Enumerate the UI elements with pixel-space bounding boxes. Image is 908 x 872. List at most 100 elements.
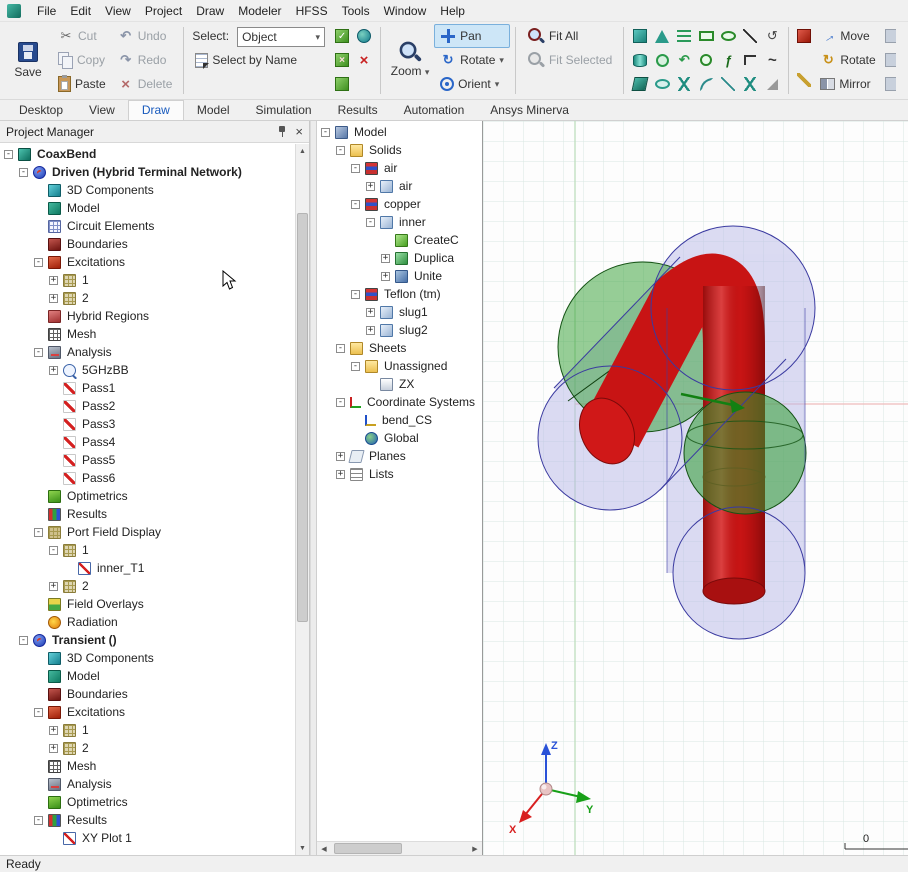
paste-button[interactable]: Paste [52,72,112,96]
draw-arcline-button[interactable] [762,26,782,46]
tree-item-excitations[interactable]: -Excitations [0,253,295,271]
tree-item-results[interactable]: Results [0,505,295,523]
tree-item-2[interactable]: +2 [0,289,295,307]
tab-view[interactable]: View [76,101,128,120]
menu-draw[interactable]: Draw [189,1,231,21]
tree-item-boundaries[interactable]: Boundaries [0,235,295,253]
tree-item-inner-t1[interactable]: inner_T1 [0,559,295,577]
fit-selected-button[interactable]: Fit Selected [521,48,618,72]
draw-prism-button[interactable] [630,74,650,94]
tree-item-inner[interactable]: -inner [317,213,482,231]
tree-item-slug1[interactable]: +slug1 [317,303,482,321]
collapse-toggle[interactable]: - [19,636,28,645]
tree-item-model[interactable]: -Model [317,123,482,141]
orient-button[interactable]: Orient▾ [434,72,510,96]
expand-toggle[interactable]: + [336,470,345,479]
draw-sphere-button[interactable] [652,50,672,70]
tree-item-pass3[interactable]: Pass3 [0,415,295,433]
tree-item-pass4[interactable]: Pass4 [0,433,295,451]
zoom-button[interactable]: Zoom ▾ [386,24,434,96]
undo-button[interactable]: Undo [112,24,179,48]
cut-button[interactable]: Cut [52,24,112,48]
collapse-toggle[interactable]: - [34,708,43,717]
clipped-icon-button[interactable] [882,26,896,46]
green-sheet-button[interactable] [332,74,352,94]
expand-toggle[interactable]: + [49,366,58,375]
menu-tools[interactable]: Tools [335,1,377,21]
mirror-button[interactable]: Mirror [814,72,881,96]
pin-icon[interactable] [277,126,287,138]
tree-item-bend-cs[interactable]: bend_CS [317,411,482,429]
menu-project[interactable]: Project [138,1,189,21]
tree-item-radiation[interactable]: Radiation [0,613,295,631]
collapse-toggle[interactable]: - [4,150,13,159]
draw-wedge-button[interactable] [762,74,782,94]
expand-toggle[interactable]: + [381,254,390,263]
collapse-toggle[interactable]: - [351,164,360,173]
tree-item-2[interactable]: +2 [0,577,295,595]
expand-toggle[interactable]: + [49,294,58,303]
tree-item-port-field-display[interactable]: -Port Field Display [0,523,295,541]
collapse-toggle[interactable]: - [34,348,43,357]
collapse-toggle[interactable]: - [34,258,43,267]
project-scrollbar[interactable]: ▲ ▼ [295,144,309,855]
tree-item-createc[interactable]: CreateC [317,231,482,249]
rotate-object-button[interactable]: Rotate [814,48,881,72]
move-button[interactable]: Move [814,24,881,48]
collapse-toggle[interactable]: - [336,146,345,155]
tree-item-slug2[interactable]: +slug2 [317,321,482,339]
expand-toggle[interactable]: + [336,452,345,461]
scroll-thumb[interactable] [297,213,308,623]
modeler-viewport[interactable]: Z Y X 0 [482,121,908,855]
teflon-slug2[interactable] [684,392,806,514]
menu-help[interactable]: Help [433,1,472,21]
draw-cone-button[interactable] [652,26,672,46]
red-cross-button[interactable] [354,50,374,70]
tab-ansys-minerva[interactable]: Ansys Minerva [477,101,582,120]
tree-item-model[interactable]: Model [0,667,295,685]
tree-item-boundaries[interactable]: Boundaries [0,685,295,703]
draw-cylinder-button[interactable] [630,50,650,70]
panel-splitter[interactable] [310,121,317,855]
tree-item-global[interactable]: Global [317,429,482,447]
menu-file[interactable]: File [30,1,63,21]
tree-item-results[interactable]: -Results [0,811,295,829]
draw-box-button[interactable] [630,26,650,46]
tree-item-zx[interactable]: ZX [317,375,482,393]
globe-button[interactable] [354,26,374,46]
close-icon[interactable]: × [295,125,303,138]
tree-item-hybrid-regions[interactable]: Hybrid Regions [0,307,295,325]
tree-item-pass6[interactable]: Pass6 [0,469,295,487]
tree-item-pass2[interactable]: Pass2 [0,397,295,415]
tree-item-driven-hybrid-terminal-network[interactable]: -Driven (Hybrid Terminal Network) [0,163,295,181]
copy-button[interactable]: Copy [52,48,112,72]
tab-draw[interactable]: Draw [128,100,184,120]
tree-item-mesh[interactable]: Mesh [0,757,295,775]
save-button[interactable]: Save [4,24,52,96]
scroll-down-arrow[interactable]: ▼ [296,841,309,855]
tree-item-optimetrics[interactable]: Optimetrics [0,793,295,811]
collapse-toggle[interactable]: - [366,218,375,227]
scroll-up-arrow[interactable]: ▲ [296,144,309,158]
draw-zigzag-button[interactable] [740,74,760,94]
red-box-button[interactable] [794,26,814,46]
tree-item-2[interactable]: +2 [0,739,295,757]
collapse-toggle[interactable]: - [351,200,360,209]
scroll-track[interactable] [331,842,468,855]
tree-item-5ghzbb[interactable]: +5GHzBB [0,361,295,379]
tree-item-planes[interactable]: +Planes [317,447,482,465]
tree-item-air[interactable]: +air [317,177,482,195]
expand-toggle[interactable]: + [366,182,375,191]
tree-item-3d-components[interactable]: 3D Components [0,181,295,199]
menu-hfss[interactable]: HFSS [289,1,335,21]
draw-arc-button[interactable] [696,74,716,94]
tree-item-unassigned[interactable]: -Unassigned [317,357,482,375]
sweep-button[interactable] [674,50,694,70]
menu-modeler[interactable]: Modeler [231,1,288,21]
tab-simulation[interactable]: Simulation [243,101,325,120]
tab-automation[interactable]: Automation [391,101,478,120]
draw-ellipsoid-button[interactable] [652,74,672,94]
tree-item-xy-plot-1[interactable]: XY Plot 1 [0,829,295,847]
tree-item-coaxbend[interactable]: -CoaxBend [0,145,295,163]
collapse-toggle[interactable]: - [336,398,345,407]
